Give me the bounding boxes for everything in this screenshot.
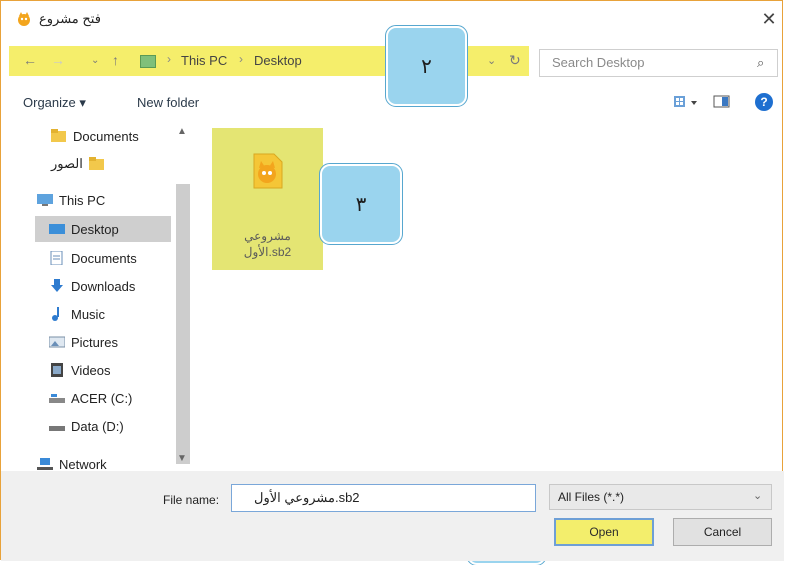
sidebar-item-label: الصور <box>51 156 83 171</box>
desktop-icon <box>49 222 65 236</box>
sidebar-item-videos[interactable]: Videos <box>49 357 111 383</box>
cancel-button[interactable]: Cancel <box>673 518 772 546</box>
videos-icon <box>49 363 65 377</box>
address-dropdown-icon[interactable]: ⌄ <box>487 54 496 67</box>
sidebar-item-label: Network <box>59 456 107 472</box>
sidebar-item-label: ACER (C:) <box>71 390 133 406</box>
downloads-icon <box>49 279 65 293</box>
dialog-window: فتح مشروع ✕ ← → ⌄ ↑ › This PC › Desktop … <box>0 0 784 565</box>
close-button[interactable]: ✕ <box>759 9 779 29</box>
scratch-cat-icon <box>16 11 32 27</box>
breadcrumb-separator: › <box>167 52 171 66</box>
file-type-select[interactable]: All Files (*.*) ⌄ <box>549 484 772 510</box>
preview-pane-icon[interactable] <box>713 93 731 116</box>
breadcrumb-separator: › <box>239 52 243 66</box>
scratch-file-icon <box>248 152 286 190</box>
sidebar-item-documents-quick[interactable]: Documents <box>51 123 139 149</box>
organize-button[interactable]: Organize ▾ <box>23 95 86 111</box>
scroll-up-icon[interactable]: ▲ <box>177 126 187 137</box>
sidebar-item-pictures[interactable]: Pictures <box>48 329 118 355</box>
sidebar-item-drive-c[interactable]: ACER (C:) <box>49 385 132 411</box>
file-name-input[interactable]: مشروعي الأول.sb2 <box>231 484 536 512</box>
this-pc-icon <box>140 55 156 68</box>
computer-icon <box>37 193 53 207</box>
folder-icon <box>51 129 67 143</box>
breadcrumb-this-pc[interactable]: This PC <box>181 53 227 68</box>
folder-icon <box>88 157 105 171</box>
pictures-icon <box>48 335 66 349</box>
file-name-value: مشروعي الأول.sb2 <box>254 490 360 505</box>
file-name-field-label: File name: <box>163 493 220 507</box>
file-name-line2: الأول.sb2 <box>243 245 292 259</box>
sidebar-item-label: Music <box>71 306 105 322</box>
open-button[interactable]: Open <box>554 518 654 546</box>
callout-3: ٣ <box>319 163 403 245</box>
drive-icon <box>49 419 65 433</box>
back-arrow-icon[interactable]: ← <box>23 52 37 68</box>
sidebar-item-label: This PC <box>59 192 106 208</box>
callout-2: ٢ <box>385 25 468 107</box>
window-title: فتح مشروع <box>39 11 101 26</box>
file-item[interactable]: مشروعي الأول.sb2 <box>212 128 323 270</box>
refresh-icon[interactable]: ↻ <box>509 52 521 69</box>
forward-arrow-icon[interactable]: → <box>51 52 65 68</box>
documents-icon <box>49 250 65 266</box>
music-icon <box>49 307 65 321</box>
sidebar-item-label: Documents <box>73 128 139 144</box>
sidebar-item-label: Videos <box>71 362 111 378</box>
sidebar-item-label: Data (D:) <box>71 418 124 434</box>
sidebar-item-pictures-arabic[interactable]: الصور <box>51 151 111 177</box>
drive-icon <box>49 391 65 405</box>
search-input[interactable]: Search Desktop ⌕ <box>539 49 778 77</box>
search-placeholder: Search Desktop <box>552 55 645 70</box>
help-icon[interactable]: ? <box>755 93 773 111</box>
sidebar-item-label: Downloads <box>71 278 136 294</box>
scroll-down-icon[interactable]: ▼ <box>177 453 187 464</box>
sidebar-item-desktop[interactable]: Desktop <box>35 216 171 242</box>
file-name-line1: مشروعي <box>244 229 291 243</box>
network-icon <box>37 457 53 471</box>
sidebar-item-downloads[interactable]: Downloads <box>49 273 135 299</box>
sidebar-item-label: Desktop <box>71 221 119 237</box>
sidebar-item-drive-d[interactable]: Data (D:) <box>49 413 124 439</box>
sidebar-item-label: Pictures <box>71 334 118 350</box>
file-name-label: مشروعي الأول.sb2 <box>212 228 323 260</box>
sidebar-item-this-pc[interactable]: This PC <box>37 187 105 213</box>
new-folder-button[interactable]: New folder <box>137 95 199 110</box>
search-icon[interactable]: ⌕ <box>757 55 764 71</box>
sidebar-item-music[interactable]: Music <box>49 301 105 327</box>
chevron-down-icon[interactable]: ⌄ <box>753 489 762 502</box>
breadcrumb-desktop[interactable]: Desktop <box>254 53 302 68</box>
sidebar-item-documents[interactable]: Documents <box>49 245 137 271</box>
view-options-icon[interactable] <box>673 93 703 116</box>
sidebar-scrollbar[interactable] <box>176 184 190 464</box>
sidebar-item-label: Documents <box>71 250 137 266</box>
recent-dropdown-icon[interactable]: ⌄ <box>91 55 99 66</box>
file-type-value: All Files (*.*) <box>558 490 625 504</box>
up-arrow-icon[interactable]: ↑ <box>112 52 119 68</box>
